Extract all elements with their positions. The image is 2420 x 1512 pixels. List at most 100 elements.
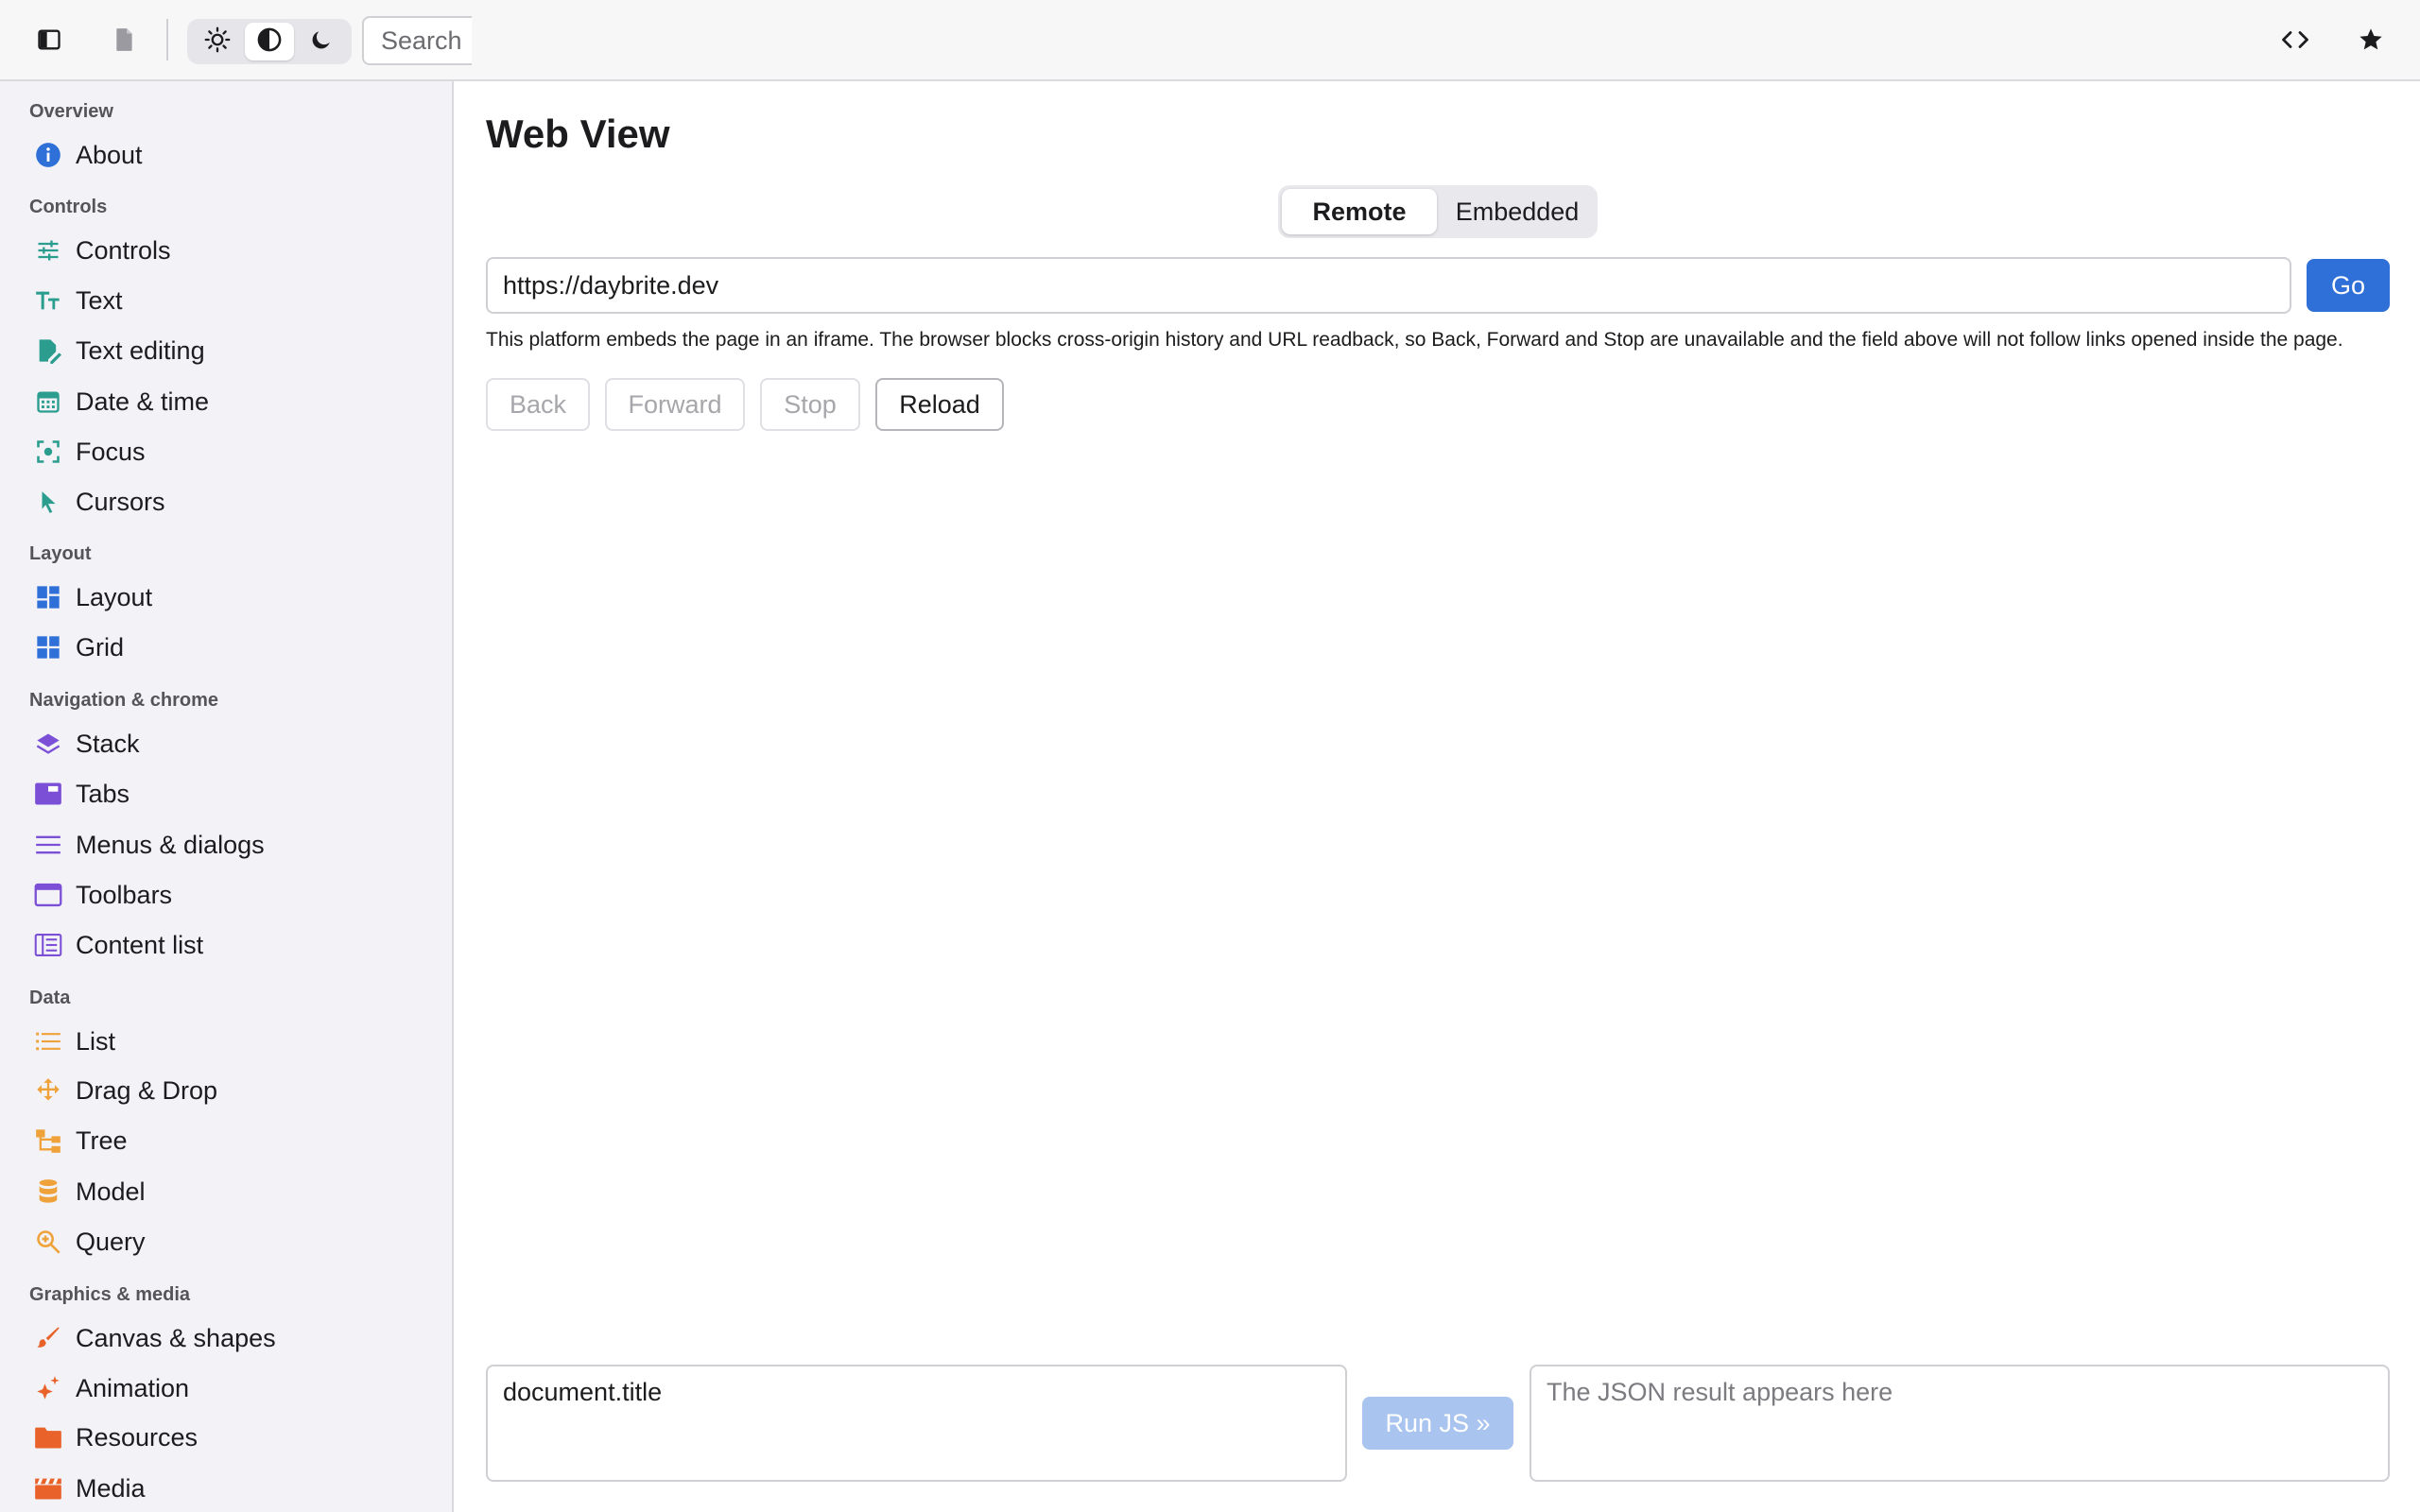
tab-remote[interactable]: Remote <box>1282 189 1437 234</box>
sidebar-item-stack[interactable]: Stack <box>19 719 435 768</box>
move-icon <box>26 1066 70 1115</box>
sidebar-item-menus-dialogs[interactable]: Menus & dialogs <box>19 820 435 869</box>
document-icon[interactable] <box>106 21 144 59</box>
sidebar-item-tabs[interactable]: Tabs <box>19 769 435 818</box>
cursor-icon <box>26 477 70 526</box>
sidebar-item-label: Canvas & shapes <box>76 1323 276 1352</box>
toolbar-divider <box>166 19 168 60</box>
sidebar-section-navigation: Navigation & chrome <box>29 690 219 711</box>
sparkle-icon <box>26 1364 70 1413</box>
sidebar-item-label: Model <box>76 1177 146 1206</box>
theme-switcher <box>187 19 352 64</box>
sidebar-item-grid[interactable]: Grid <box>19 623 435 672</box>
back-button[interactable]: Back <box>486 378 590 431</box>
url-input[interactable] <box>486 257 2291 314</box>
sidebar-item-focus[interactable]: Focus <box>19 427 435 476</box>
dashboard-icon <box>26 573 70 622</box>
menu-icon <box>26 820 70 869</box>
brush-icon <box>26 1314 70 1363</box>
system-theme-button[interactable] <box>245 23 294 60</box>
sidebar-item-label: List <box>76 1026 116 1056</box>
sidebar-item-label: Menus & dialogs <box>76 830 265 859</box>
database-icon <box>26 1167 70 1216</box>
sidebar-item-label: Focus <box>76 437 146 466</box>
sidebar-item-tree[interactable]: Tree <box>19 1116 435 1165</box>
star-icon[interactable] <box>2352 21 2390 59</box>
go-button[interactable]: Go <box>2307 259 2390 312</box>
moon-icon <box>309 27 334 57</box>
sidebar: Overview About Controls Controls Text Te… <box>0 81 454 1512</box>
search-input[interactable] <box>362 16 472 65</box>
mode-segmented-control: Remote Embedded <box>1278 185 1598 238</box>
sidebar-item-text-editing[interactable]: Text editing <box>19 326 435 375</box>
sidebar-item-canvas-shapes[interactable]: Canvas & shapes <box>19 1314 435 1363</box>
sidebar-item-cursors[interactable]: Cursors <box>19 477 435 526</box>
sidebar-item-label: About <box>76 140 143 169</box>
js-code-input[interactable]: document.title <box>486 1365 1347 1482</box>
sidebar-item-label: Media <box>76 1473 146 1503</box>
sidebar-item-date-time[interactable]: Date & time <box>19 377 435 426</box>
reload-button[interactable]: Reload <box>875 378 1004 431</box>
sidebar-section-overview: Overview <box>29 101 113 122</box>
text-size-icon <box>26 276 70 325</box>
sidebar-item-label: Grid <box>76 632 125 662</box>
tab-icon <box>26 769 70 818</box>
calendar-icon <box>26 377 70 426</box>
forward-button[interactable]: Forward <box>605 378 745 431</box>
sliders-icon <box>26 226 70 275</box>
sidebar-item-label: Animation <box>76 1373 190 1402</box>
sidebar-item-label: Toolbars <box>76 880 173 909</box>
sidebar-section-controls: Controls <box>29 197 108 217</box>
sidebar-item-drag-drop[interactable]: Drag & Drop <box>19 1066 435 1115</box>
sidebar-item-model[interactable]: Model <box>19 1167 435 1216</box>
sidebar-item-about[interactable]: About <box>19 130 435 180</box>
sidebar-item-controls[interactable]: Controls <box>19 226 435 275</box>
sidebar-item-label: Drag & Drop <box>76 1075 218 1105</box>
sidebar-item-query[interactable]: Query <box>19 1217 435 1266</box>
sidebar-section-layout: Layout <box>29 543 92 564</box>
tree-icon <box>26 1116 70 1165</box>
grid-icon <box>26 623 70 672</box>
sidebar-toggle-icon[interactable] <box>30 21 68 59</box>
dark-theme-button[interactable] <box>297 23 346 60</box>
info-icon <box>26 130 70 180</box>
focus-icon <box>26 427 70 476</box>
sidebar-item-label: Text <box>76 285 123 315</box>
light-theme-button[interactable] <box>193 23 242 60</box>
sidebar-item-resources[interactable]: Resources <box>19 1413 435 1462</box>
clapperboard-icon <box>26 1464 70 1512</box>
sidebar-item-label: Stack <box>76 729 140 758</box>
sidebar-item-label: Query <box>76 1227 146 1256</box>
stop-button[interactable]: Stop <box>760 378 860 431</box>
sidebar-item-label: Tree <box>76 1125 128 1155</box>
edit-document-icon <box>26 326 70 375</box>
sidebar-section-graphics: Graphics & media <box>29 1284 191 1305</box>
iframe-notice: This platform embeds the page in an ifra… <box>486 329 2343 351</box>
sidebar-item-media[interactable]: Media <box>19 1464 435 1512</box>
content-list-icon <box>26 920 70 970</box>
sidebar-item-list[interactable]: List <box>19 1017 435 1066</box>
sidebar-item-text[interactable]: Text <box>19 276 435 325</box>
js-result-output[interactable] <box>1530 1365 2390 1482</box>
sidebar-item-animation[interactable]: Animation <box>19 1364 435 1413</box>
sidebar-section-data: Data <box>29 988 71 1008</box>
web-view-frame[interactable] <box>486 448 2390 1346</box>
sidebar-item-label: Cursors <box>76 487 165 516</box>
run-js-button[interactable]: Run JS » <box>1362 1397 1513 1450</box>
window-icon <box>26 870 70 919</box>
code-icon[interactable] <box>2276 21 2314 59</box>
sidebar-item-label: Resources <box>76 1422 199 1452</box>
sidebar-item-layout[interactable]: Layout <box>19 573 435 622</box>
main-content: Web View Remote Embedded Go This platfor… <box>454 81 2420 1512</box>
sidebar-item-label: Content list <box>76 930 204 959</box>
sidebar-item-label: Layout <box>76 582 153 611</box>
list-icon <box>26 1017 70 1066</box>
sidebar-item-label: Tabs <box>76 779 130 808</box>
contrast-icon <box>256 26 283 58</box>
search-zoom-icon <box>26 1217 70 1266</box>
top-toolbar <box>0 0 2420 81</box>
sidebar-item-toolbars[interactable]: Toolbars <box>19 870 435 919</box>
sun-icon <box>204 26 231 58</box>
tab-embedded[interactable]: Embedded <box>1441 189 1594 234</box>
sidebar-item-content-list[interactable]: Content list <box>19 920 435 970</box>
